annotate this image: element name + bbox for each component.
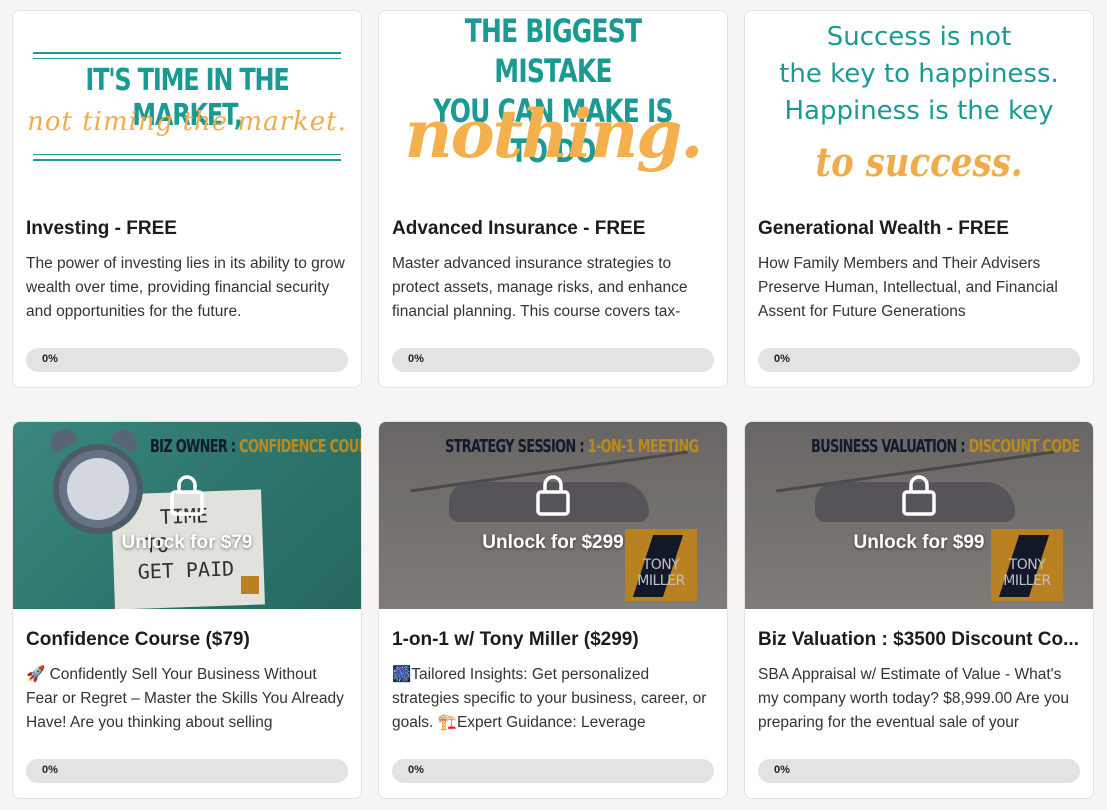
progress-label: 0% [42, 764, 58, 776]
lock-icon [170, 475, 204, 516]
course-thumbnail-locked[interactable]: STRATEGY SESSION : 1-ON-1 MEETING TONY MI… [379, 422, 727, 609]
course-title[interactable]: Confidence Course ($79) [26, 629, 348, 651]
course-thumbnail-locked[interactable]: BUSINESS VALUATION : DISCOUNT CODE TONY M… [745, 422, 1093, 609]
course-description: 🎆Tailored Insights: Get personalized str… [392, 666, 707, 731]
quote-script: to success. [815, 139, 1023, 186]
quote-headline: Success is not the key to happiness. Hap… [779, 22, 1059, 126]
progress-bar: 0% [392, 348, 714, 372]
course-thumbnail-locked[interactable]: BIZ OWNER : CONFIDENCE COURSE TIME TO GE… [13, 422, 361, 609]
course-thumbnail[interactable]: Success is not the key to happiness. Hap… [745, 11, 1093, 198]
course-card-generational-wealth[interactable]: Success is not the key to happiness. Hap… [744, 10, 1094, 388]
course-title[interactable]: 1-on-1 w/ Tony Miller ($299) [392, 629, 714, 651]
progress-label: 0% [774, 353, 790, 365]
course-card-advanced-insurance[interactable]: THE BIGGEST MISTAKE YOU CAN MAKE IS TO D… [378, 10, 728, 388]
course-description: Master advanced insurance strategies to … [392, 255, 688, 320]
course-card-biz-valuation[interactable]: BUSINESS VALUATION : DISCOUNT CODE TONY M… [744, 421, 1094, 799]
course-card-confidence-course[interactable]: BIZ OWNER : CONFIDENCE COURSE TIME TO GE… [12, 421, 362, 799]
unlock-button[interactable]: Unlock for $79 [13, 532, 361, 554]
unlock-button[interactable]: Unlock for $299 [379, 532, 727, 554]
course-card-one-on-one[interactable]: STRATEGY SESSION : 1-ON-1 MEETING TONY MI… [378, 421, 728, 799]
course-title[interactable]: Investing - FREE [26, 218, 348, 240]
course-thumbnail[interactable]: THE BIGGEST MISTAKE YOU CAN MAKE IS TO D… [379, 11, 727, 198]
course-description: How Family Members and Their Advisers Pr… [758, 255, 1058, 320]
course-title[interactable]: Biz Valuation : $3500 Discount Co... [758, 629, 1080, 651]
progress-label: 0% [408, 764, 424, 776]
progress-bar: 0% [758, 348, 1080, 372]
progress-bar: 0% [758, 759, 1080, 783]
progress-bar: 0% [26, 759, 348, 783]
quote-script: not timing the market. [27, 107, 347, 137]
progress-bar: 0% [392, 759, 714, 783]
divider [33, 159, 341, 161]
lock-icon [536, 475, 570, 516]
lock-icon [902, 475, 936, 516]
course-title[interactable]: Generational Wealth - FREE [758, 218, 1080, 240]
course-card-investing[interactable]: IT'S TIME IN THE MARKET, not timing the … [12, 10, 362, 388]
course-thumbnail[interactable]: IT'S TIME IN THE MARKET, not timing the … [13, 11, 361, 198]
course-title[interactable]: Advanced Insurance - FREE [392, 218, 714, 240]
divider [33, 52, 341, 54]
progress-label: 0% [774, 764, 790, 776]
course-description: The power of investing lies in its abili… [26, 255, 345, 320]
quote-script: nothing. [404, 95, 704, 173]
divider [33, 58, 341, 59]
progress-bar: 0% [26, 348, 348, 372]
unlock-button[interactable]: Unlock for $99 [745, 532, 1093, 554]
progress-label: 0% [408, 353, 424, 365]
progress-label: 0% [42, 353, 58, 365]
divider [33, 154, 341, 155]
course-description: 🚀 Confidently Sell Your Business Without… [26, 666, 344, 731]
course-description: SBA Appraisal w/ Estimate of Value - Wha… [758, 666, 1070, 731]
